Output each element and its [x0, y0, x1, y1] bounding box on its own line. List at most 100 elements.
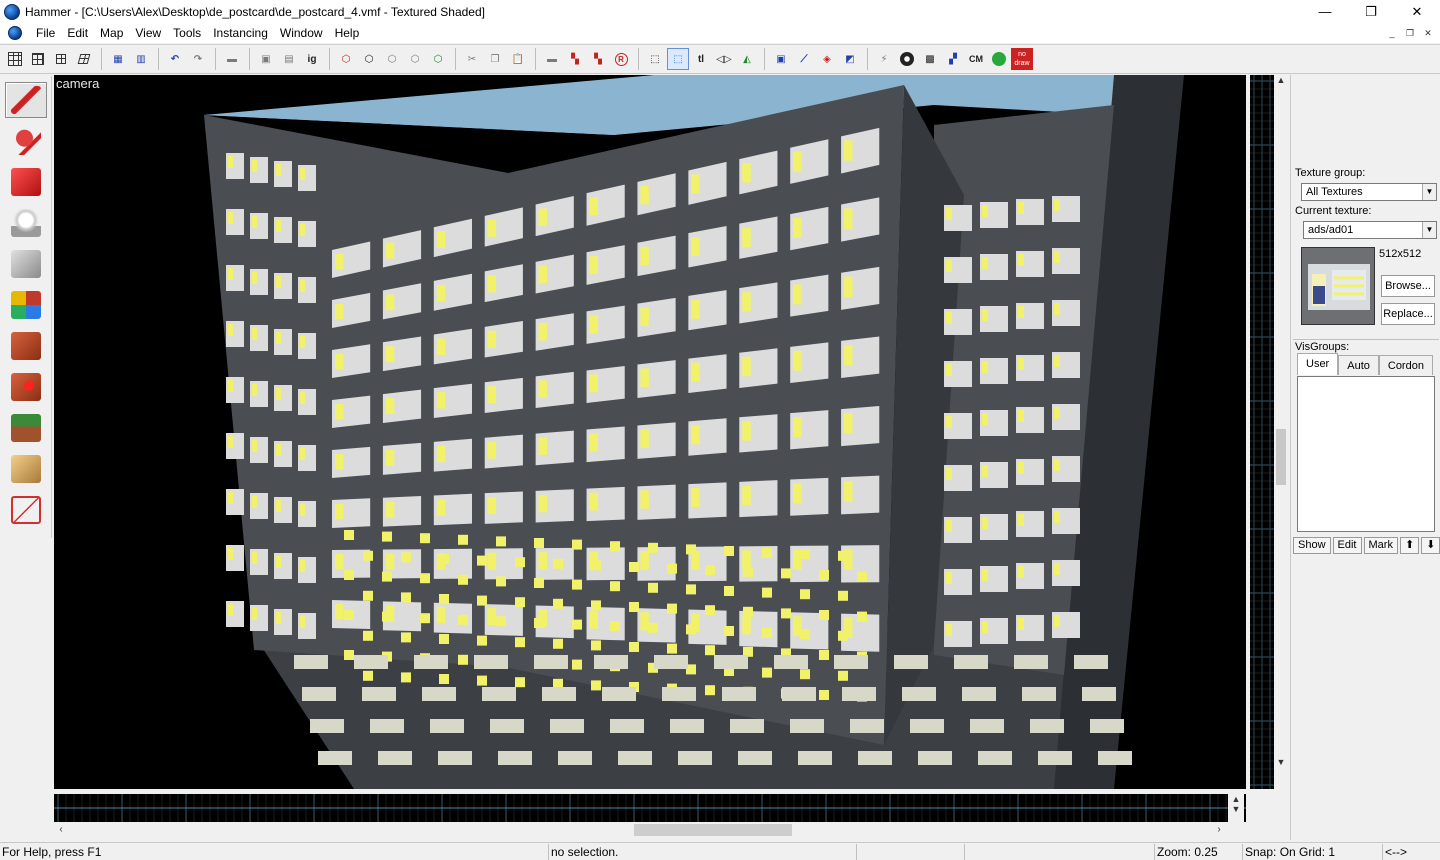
ad-accent — [742, 421, 751, 441]
group-button[interactable]: ▦ — [107, 48, 129, 70]
floor-tile — [858, 751, 892, 765]
chevron-down-icon[interactable]: ▼ — [1422, 222, 1436, 238]
toggle-handles-button[interactable]: ⬡ — [427, 48, 449, 70]
grid-toggle-button[interactable] — [4, 48, 26, 70]
menu-view[interactable]: View — [129, 23, 167, 43]
toggle-models-button[interactable]: ▞ — [942, 48, 964, 70]
ignore-groups-button[interactable]: ig — [301, 48, 323, 70]
move-up-button[interactable]: ⬆ — [1399, 537, 1420, 554]
tab-cordon[interactable]: Cordon — [1378, 355, 1433, 375]
carve-button[interactable]: ▬ — [221, 48, 243, 70]
chevron-down-icon[interactable]: ▼ — [1422, 184, 1436, 200]
menu-tools[interactable]: Tools — [167, 23, 207, 43]
toggle-labels-button[interactable]: tl — [690, 48, 712, 70]
bottom-view-vscroll[interactable]: ▲ ▼ — [1228, 794, 1244, 822]
grid-smaller-button[interactable] — [27, 48, 49, 70]
menu-instancing[interactable]: Instancing — [207, 23, 274, 43]
tab-user[interactable]: User — [1297, 353, 1339, 375]
visgroups-list[interactable] — [1297, 376, 1435, 532]
hide-unselected-button[interactable]: ▤ — [278, 48, 300, 70]
apply-texture-button[interactable] — [5, 328, 47, 364]
clipping-tool-button[interactable] — [5, 451, 47, 487]
maximize-button[interactable]: ❐ — [1348, 0, 1394, 23]
flip-horizontal-button[interactable]: ◁▷ — [713, 48, 735, 70]
bottom-2d-view[interactable] — [54, 794, 1246, 822]
autovisgroups-button[interactable] — [988, 48, 1010, 70]
vertex-tool-button[interactable]: ⚡ — [873, 48, 895, 70]
scroll-up-arrow[interactable]: ▲ — [1274, 75, 1288, 89]
ungroup-button[interactable]: ▥ — [130, 48, 152, 70]
mdi-minimize-button[interactable]: _ — [1384, 26, 1400, 40]
scroll-up-arrow[interactable]: ▲ — [1228, 794, 1244, 804]
radius-culling-button[interactable]: R — [610, 48, 632, 70]
flip-vertical-button[interactable]: ◭ — [736, 48, 758, 70]
texture-application-button[interactable] — [5, 287, 47, 323]
overlay-tool-button[interactable] — [5, 410, 47, 446]
scroll-down-arrow[interactable]: ▼ — [1274, 757, 1288, 771]
camera-tool-button[interactable] — [5, 164, 47, 200]
vertex-manipulation-button[interactable] — [5, 492, 47, 528]
scene-render — [204, 75, 1184, 789]
paste-button[interactable]: 📋 — [507, 48, 529, 70]
cut-button[interactable]: ✂ — [461, 48, 483, 70]
view-2d-icon: ▣ — [776, 53, 786, 65]
grid-larger-button[interactable] — [50, 48, 72, 70]
menu-map[interactable]: Map — [94, 23, 129, 43]
toggle-select-mode-button[interactable]: ⬡ — [381, 48, 403, 70]
view-3d-wireframe-button[interactable]: ⟋ — [793, 48, 815, 70]
minimize-button[interactable]: — — [1302, 0, 1348, 23]
scroll-thumb[interactable] — [1276, 429, 1286, 485]
current-texture-select[interactable]: ads/ad01 ▼ — [1303, 221, 1437, 239]
undo-button[interactable]: ↶ — [164, 48, 186, 70]
mdi-restore-button[interactable]: ❐ — [1402, 26, 1418, 40]
texture-lock-button[interactable]: ▚ — [564, 48, 586, 70]
toggle-helpers-button[interactable]: ▩ — [919, 48, 941, 70]
view-3d-polygon-button[interactable]: ◈ — [816, 48, 838, 70]
menu-edit[interactable]: Edit — [61, 23, 94, 43]
document-icon[interactable] — [8, 26, 22, 40]
hide-selected-button[interactable]: ▣ — [255, 48, 277, 70]
toggle-auto-select-button[interactable]: ⬡ — [358, 48, 380, 70]
copy-button[interactable]: ❐ — [484, 48, 506, 70]
entity-tool-button[interactable] — [5, 205, 47, 241]
grid-3d-button[interactable] — [73, 48, 95, 70]
edit-button[interactable]: Edit — [1332, 537, 1362, 554]
close-button[interactable]: ✕ — [1394, 0, 1440, 23]
show-3d-grid-button[interactable]: ▬ — [541, 48, 563, 70]
replace-button[interactable]: Replace... — [1381, 303, 1435, 325]
bottom-hscroll[interactable]: ‹ › — [54, 822, 1226, 838]
scroll-down-arrow[interactable]: ▼ — [1228, 804, 1244, 814]
menu-file[interactable]: File — [30, 23, 61, 43]
scroll-right-arrow[interactable]: › — [1212, 822, 1226, 838]
show-button[interactable]: Show — [1293, 537, 1331, 554]
view-2d-xy-button[interactable]: ▣ — [770, 48, 792, 70]
move-down-button[interactable]: ⬇ — [1421, 537, 1440, 554]
selection-tool-button[interactable] — [4, 82, 47, 118]
hscroll-thumb[interactable] — [634, 824, 792, 836]
select-all-button[interactable]: ⬚ — [667, 48, 689, 70]
browse-button[interactable]: Browse... — [1381, 275, 1435, 297]
block-tool-button[interactable] — [5, 246, 47, 282]
redo-button[interactable]: ↷ — [187, 48, 209, 70]
toggle-scale-button[interactable]: ⬡ — [404, 48, 426, 70]
selection-box-button[interactable]: ⬚ — [644, 48, 666, 70]
texture-group-select[interactable]: All Textures ▼ — [1301, 183, 1437, 201]
cordon-button[interactable]: CM — [965, 48, 987, 70]
magnify-tool-button[interactable] — [5, 123, 47, 159]
mark-button[interactable]: Mark — [1363, 537, 1398, 554]
run-map-button[interactable] — [896, 48, 918, 70]
texture-preview-image[interactable] — [1301, 247, 1375, 325]
hammer-app-icon[interactable] — [4, 3, 20, 20]
camera-viewport[interactable]: camera — [54, 75, 1246, 789]
decal-tool-button[interactable] — [5, 369, 47, 405]
tab-auto[interactable]: Auto — [1338, 355, 1379, 375]
scroll-left-arrow[interactable]: ‹ — [54, 822, 68, 838]
nodraw-button[interactable]: no draw — [1011, 48, 1033, 70]
side-view-scrollbar[interactable]: ▲ ▼ — [1274, 75, 1288, 789]
toggle-texlock-button[interactable]: ⬡ — [335, 48, 357, 70]
menu-help[interactable]: Help — [329, 23, 366, 43]
texture-scale-lock-button[interactable]: ▚ — [587, 48, 609, 70]
view-3d-textured-button[interactable]: ◩ — [839, 48, 861, 70]
mdi-close-button[interactable]: ✕ — [1420, 26, 1436, 40]
menu-window[interactable]: Window — [274, 23, 329, 43]
